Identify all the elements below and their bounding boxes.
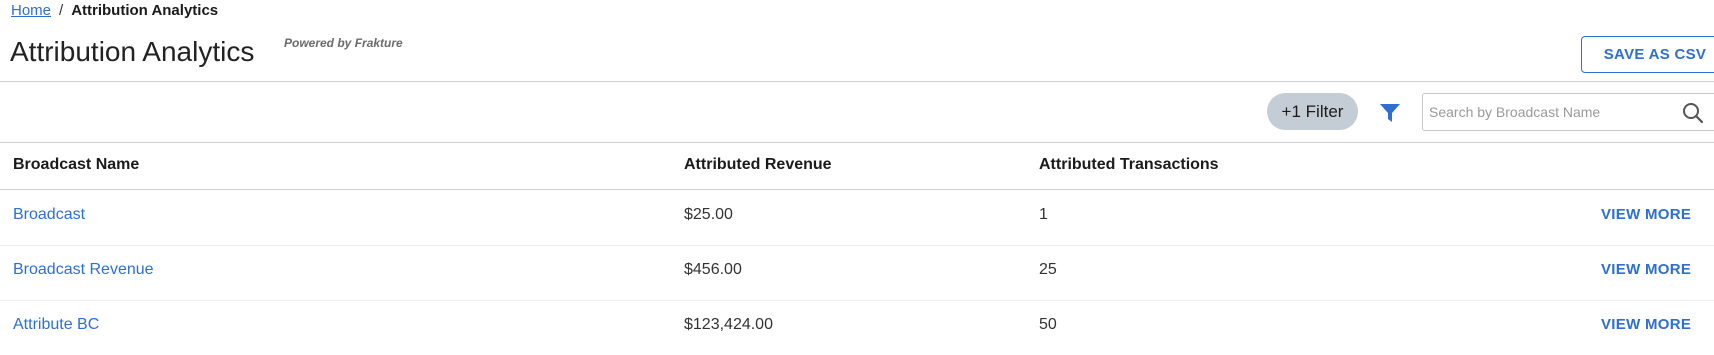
- attributed-revenue-cell: $25.00: [684, 206, 733, 223]
- attributed-revenue-cell: $123,424.00: [684, 316, 773, 333]
- view-more-button[interactable]: VIEW MORE: [1601, 261, 1691, 278]
- column-header-broadcast-name[interactable]: Broadcast Name: [13, 156, 139, 174]
- filter-chip[interactable]: +1 Filter: [1267, 93, 1358, 130]
- page-title: Attribution Analytics: [10, 36, 255, 67]
- broadcast-name-link[interactable]: Broadcast: [13, 206, 85, 224]
- attributed-revenue-cell: $456.00: [684, 261, 742, 278]
- broadcast-name-link[interactable]: Attribute BC: [13, 316, 99, 334]
- breadcrumb-separator: /: [59, 2, 64, 19]
- breadcrumb-home-link[interactable]: Home: [11, 2, 51, 19]
- broadcast-name-link[interactable]: Broadcast Revenue: [13, 261, 154, 279]
- powered-by-label: Powered by Frakture: [284, 36, 403, 50]
- search-input[interactable]: [1423, 94, 1669, 130]
- column-header-attributed-revenue[interactable]: Attributed Revenue: [684, 156, 832, 174]
- funnel-icon[interactable]: [1379, 103, 1401, 123]
- table-row: Attribute BC $123,424.00 50 VIEW MORE: [0, 300, 1714, 355]
- breadcrumb: Home / Attribution Analytics: [11, 2, 218, 19]
- search-icon[interactable]: [1682, 102, 1704, 124]
- attributed-transactions-cell: 50: [1039, 316, 1057, 333]
- save-as-csv-button[interactable]: SAVE AS CSV: [1581, 36, 1714, 73]
- table-row: Broadcast Revenue $456.00 25 VIEW MORE: [0, 245, 1714, 301]
- attributed-transactions-cell: 1: [1039, 206, 1048, 223]
- view-more-button[interactable]: VIEW MORE: [1601, 316, 1691, 333]
- table-header: Broadcast Name Attributed Revenue Attrib…: [0, 143, 1714, 190]
- attributed-transactions-cell: 25: [1039, 261, 1057, 278]
- column-header-attributed-transactions[interactable]: Attributed Transactions: [1039, 156, 1219, 174]
- header-divider: [0, 81, 1714, 82]
- breadcrumb-current: Attribution Analytics: [71, 2, 219, 19]
- table-row: Broadcast $25.00 1 VIEW MORE: [0, 190, 1714, 246]
- view-more-button[interactable]: VIEW MORE: [1601, 206, 1691, 223]
- search-box: [1422, 93, 1714, 131]
